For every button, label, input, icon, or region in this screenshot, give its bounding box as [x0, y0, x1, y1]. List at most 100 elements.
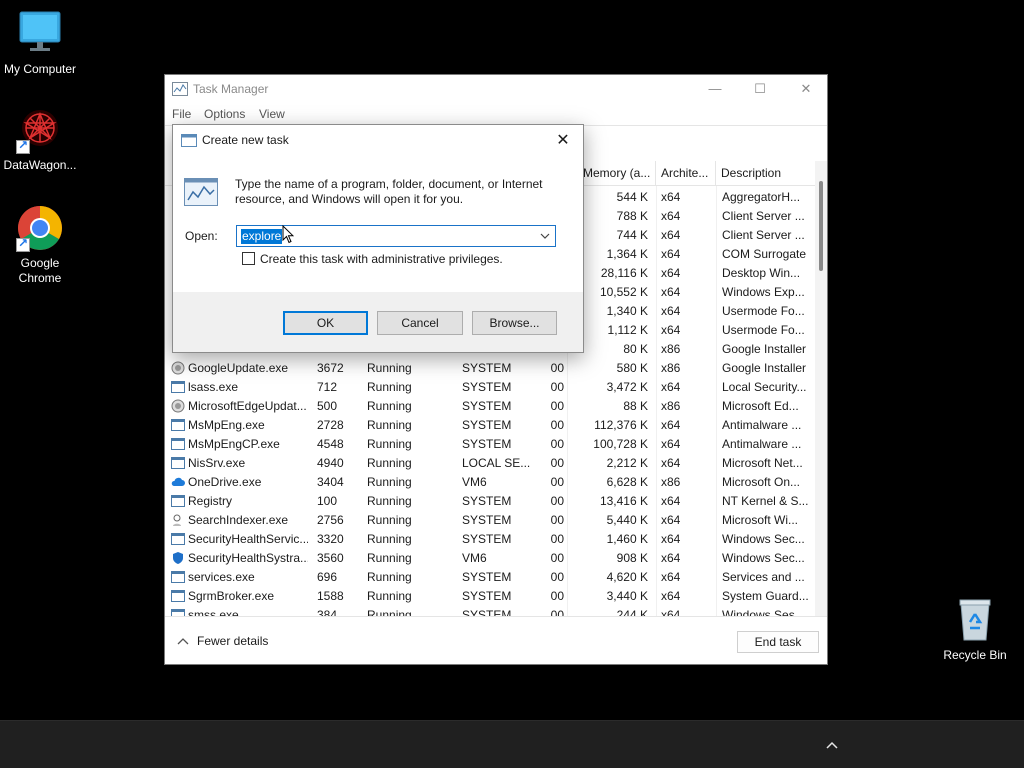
- process-app-icon: [171, 456, 185, 470]
- column-header-architecture[interactable]: Archite...: [656, 161, 716, 185]
- cell-cpu: 00: [550, 418, 564, 432]
- cell-desc: NT Kernel & S...: [722, 494, 809, 508]
- process-row[interactable]: SgrmBroker.exe 1588 Running SYSTEM 00 3,440 K…: [165, 587, 815, 606]
- dialog-close-button[interactable]: ✕: [549, 128, 577, 154]
- cell-desc: Local Security...: [722, 380, 807, 394]
- process-row[interactable]: MicrosoftEdgeUpdat... 500 Running SYSTEM 00 8…: [165, 397, 815, 416]
- process-row[interactable]: services.exe 696 Running SYSTEM 00 4,620 K x64…: [165, 568, 815, 587]
- cell-arch: x86: [661, 342, 681, 356]
- maximize-button[interactable]: ☐: [737, 75, 783, 103]
- process-row[interactable]: MsMpEngCP.exe 4548 Running SYSTEM 00 100,728 …: [165, 435, 815, 454]
- desktop-icon-my-computer[interactable]: My Computer: [0, 10, 80, 77]
- process-row[interactable]: SearchIndexer.exe 2756 Running SYSTEM 00 5,44…: [165, 511, 815, 530]
- create-new-task-dialog: Create new task ✕ Type the name of a pro…: [172, 124, 584, 353]
- process-row[interactable]: GoogleUpdate.exe 3672 Running SYSTEM 00 580 K…: [165, 359, 815, 378]
- taskbar: [0, 720, 1024, 768]
- process-row[interactable]: lsass.exe 712 Running SYSTEM 00 3,472 K x64 Loc…: [165, 378, 815, 397]
- cell-cpu: 00: [550, 551, 564, 565]
- updater-icon: [171, 361, 185, 375]
- ok-button[interactable]: OK: [283, 311, 368, 335]
- cell-arch: x64: [661, 551, 681, 565]
- process-row[interactable]: MsMpEng.exe 2728 Running SYSTEM 00 112,376 K x…: [165, 416, 815, 435]
- vertical-scrollbar[interactable]: [815, 161, 827, 616]
- cell-cpu: 00: [550, 380, 564, 394]
- process-row[interactable]: SecurityHealthSystra... 3560 Running VM6 00 9…: [165, 549, 815, 568]
- cell-user: SYSTEM: [462, 418, 512, 432]
- cell-user: SYSTEM: [462, 361, 512, 375]
- menu-options[interactable]: Options: [204, 107, 245, 121]
- cell-status: Running: [367, 418, 412, 432]
- show-hidden-icons-chevron-icon[interactable]: [822, 735, 842, 755]
- desktop-icon-recycle-bin[interactable]: Recycle Bin: [935, 596, 1015, 663]
- cancel-button[interactable]: Cancel: [377, 311, 463, 335]
- cloud-icon: [171, 475, 185, 489]
- cell-desc: Antimalware ...: [722, 418, 802, 432]
- fewer-details-button[interactable]: Fewer details: [177, 634, 268, 648]
- desktop-icon-datawagon[interactable]: DataWagon...: [0, 106, 80, 173]
- cell-desc: COM Surrogate: [722, 247, 807, 261]
- cell-desc: Desktop Win...: [722, 266, 801, 280]
- cell-user: SYSTEM: [462, 494, 512, 508]
- column-header-memory[interactable]: Memory (a...: [578, 161, 656, 185]
- column-separator: [716, 186, 717, 616]
- process-app-icon: [171, 532, 185, 546]
- cell-desc: Windows Exp...: [722, 285, 805, 299]
- cell-user: VM6: [462, 551, 487, 565]
- cell-desc: Microsoft Net...: [722, 456, 803, 470]
- cell-arch: x64: [661, 456, 681, 470]
- cell-cpu: 00: [550, 399, 564, 413]
- process-app-icon: [171, 589, 185, 603]
- shield-icon: [171, 551, 185, 565]
- shortcut-arrow-icon: [16, 138, 30, 154]
- cell-cpu: 00: [550, 475, 564, 489]
- process-row[interactable]: OneDrive.exe 3404 Running VM6 00 6,628 K x86 Mi…: [165, 473, 815, 492]
- process-row[interactable]: Registry 100 Running SYSTEM 00 13,416 K x64 NT …: [165, 492, 815, 511]
- open-input-value[interactable]: explore: [241, 229, 283, 244]
- cell-memory: 13,416 K: [599, 494, 648, 508]
- process-app-icon: [171, 608, 185, 616]
- scrollbar-thumb[interactable]: [819, 181, 823, 271]
- cell-arch: x64: [661, 266, 681, 280]
- desktop-icon-label: Recycle Bin: [943, 648, 1007, 662]
- menu-file[interactable]: File: [172, 107, 191, 121]
- cell-status: Running: [367, 532, 412, 546]
- process-row[interactable]: smss.exe 384 Running SYSTEM 00 244 K x64 Window…: [165, 606, 815, 616]
- end-task-button[interactable]: End task: [737, 631, 819, 653]
- column-header-description[interactable]: Description: [716, 161, 815, 185]
- footer-divider: [165, 616, 827, 617]
- updater-icon: [171, 399, 185, 413]
- checkbox-box[interactable]: [242, 252, 255, 265]
- cell-arch: x64: [661, 532, 681, 546]
- cell-name: NisSrv.exe: [188, 456, 246, 470]
- cell-pid: 3672: [317, 361, 344, 375]
- task-manager-titlebar[interactable]: Task Manager — ☐ ✕: [165, 75, 827, 103]
- process-row[interactable]: NisSrv.exe 4940 Running LOCAL SE... 00 2,212 …: [165, 454, 815, 473]
- cell-pid: 4548: [317, 437, 344, 451]
- close-button[interactable]: ✕: [783, 75, 829, 103]
- cell-arch: x86: [661, 361, 681, 375]
- cell-name: OneDrive.exe: [188, 475, 262, 489]
- menu-view[interactable]: View: [259, 107, 285, 121]
- cell-status: Running: [367, 608, 412, 616]
- admin-privileges-checkbox[interactable]: Create this task with administrative pri…: [242, 252, 503, 266]
- desktop-icon-google-chrome[interactable]: Google Chrome: [0, 204, 80, 286]
- recycle-bin-icon: [951, 596, 999, 644]
- chevron-down-icon[interactable]: [537, 228, 553, 244]
- cell-desc: Windows Sec...: [722, 551, 805, 565]
- browse-button[interactable]: Browse...: [472, 311, 557, 335]
- monitor-icon: [16, 10, 64, 58]
- process-row[interactable]: SecurityHealthServic... 3320 Running SYSTEM…: [165, 530, 815, 549]
- open-label: Open:: [185, 229, 218, 243]
- cell-memory: 112,376 K: [594, 418, 648, 432]
- cell-memory: 100,728 K: [593, 437, 648, 451]
- cell-desc: Microsoft Wi...: [722, 513, 799, 527]
- cell-cpu: 00: [550, 437, 564, 451]
- cell-user: SYSTEM: [462, 380, 512, 394]
- dialog-title: Create new task: [202, 133, 289, 147]
- datawagon-icon: [16, 106, 64, 154]
- minimize-button[interactable]: —: [692, 75, 738, 103]
- cell-pid: 2756: [317, 513, 344, 527]
- cell-name: Registry: [188, 494, 233, 508]
- dialog-titlebar[interactable]: Create new task ✕: [173, 125, 583, 156]
- cell-pid: 384: [317, 608, 338, 616]
